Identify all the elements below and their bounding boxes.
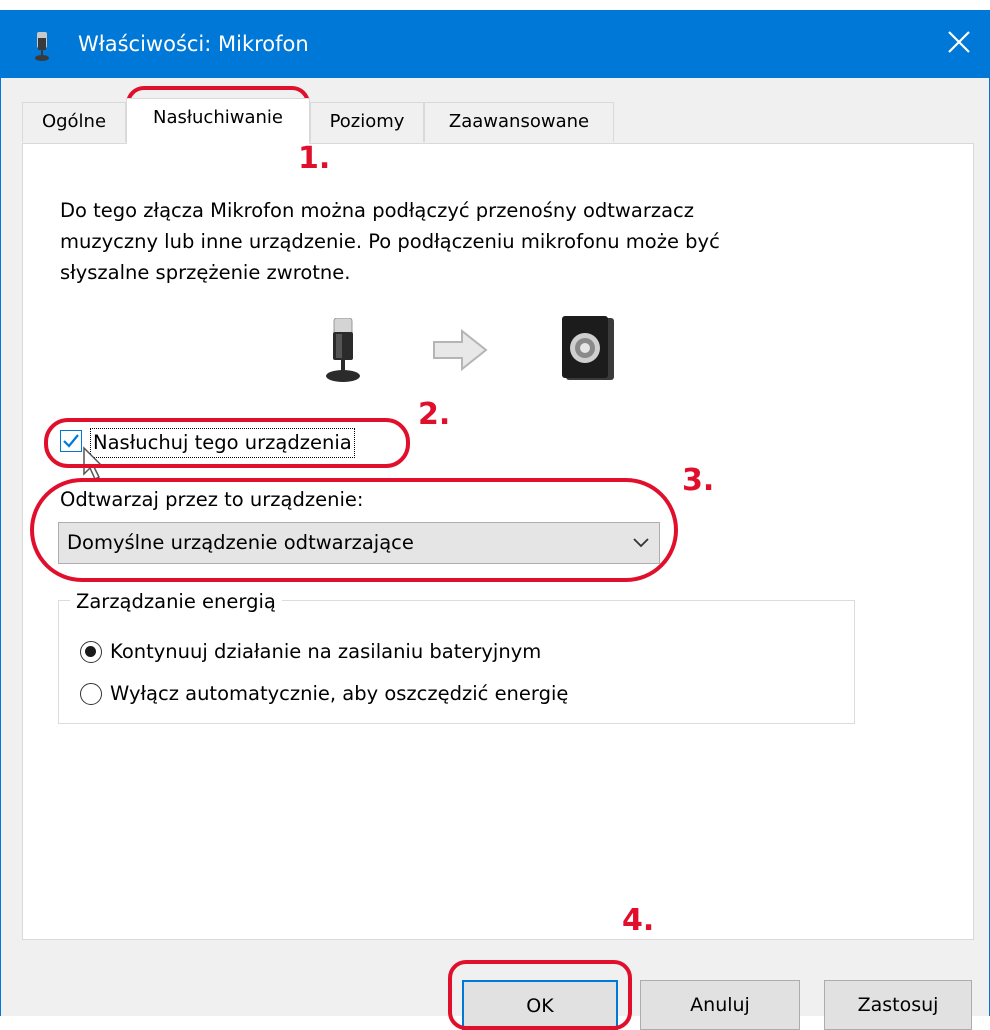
annotation-step-1: 1. xyxy=(298,141,331,176)
tab-general[interactable]: Ogólne xyxy=(22,102,126,142)
tab-listening[interactable]: Nasłuchiwanie xyxy=(126,98,310,144)
arrow-right-icon xyxy=(432,328,488,372)
speaker-icon xyxy=(562,316,616,382)
radio-button[interactable] xyxy=(80,683,102,705)
radio-auto-off-label[interactable]: Wyłącz automatycznie, aby oszczędzić ene… xyxy=(110,680,568,708)
cancel-button[interactable]: Anuluj xyxy=(640,980,800,1030)
annotation-step-3: 3. xyxy=(682,463,715,498)
annotation-step-4: 4. xyxy=(622,903,655,938)
tab-levels[interactable]: Poziomy xyxy=(310,102,424,142)
apply-button[interactable]: Zastosuj xyxy=(824,980,972,1030)
microphone-icon xyxy=(34,32,50,62)
close-button[interactable] xyxy=(928,10,990,78)
annotation-step-2: 2. xyxy=(418,397,451,432)
top-strip xyxy=(0,0,990,10)
power-management-title: Zarządzanie energią xyxy=(70,589,282,615)
annotation-ring-playback xyxy=(30,478,678,582)
annotation-ring-ok xyxy=(448,960,632,1030)
radio-continue-label[interactable]: Kontynuuj działanie na zasilaniu bateryj… xyxy=(110,638,541,666)
microphone-icon xyxy=(324,317,362,384)
annotation-ring-checkbox xyxy=(44,418,410,468)
tab-advanced[interactable]: Zaawansowane xyxy=(424,102,614,142)
window-title: Właściwości: Mikrofon xyxy=(78,32,309,56)
radio-button-selected[interactable] xyxy=(80,641,102,663)
radio-dot xyxy=(85,646,96,657)
description-text: Do tego złącza Mikrofon można podłączyć … xyxy=(60,199,720,284)
title-bar: Właściwości: Mikrofon xyxy=(0,10,990,78)
close-icon xyxy=(947,30,971,58)
